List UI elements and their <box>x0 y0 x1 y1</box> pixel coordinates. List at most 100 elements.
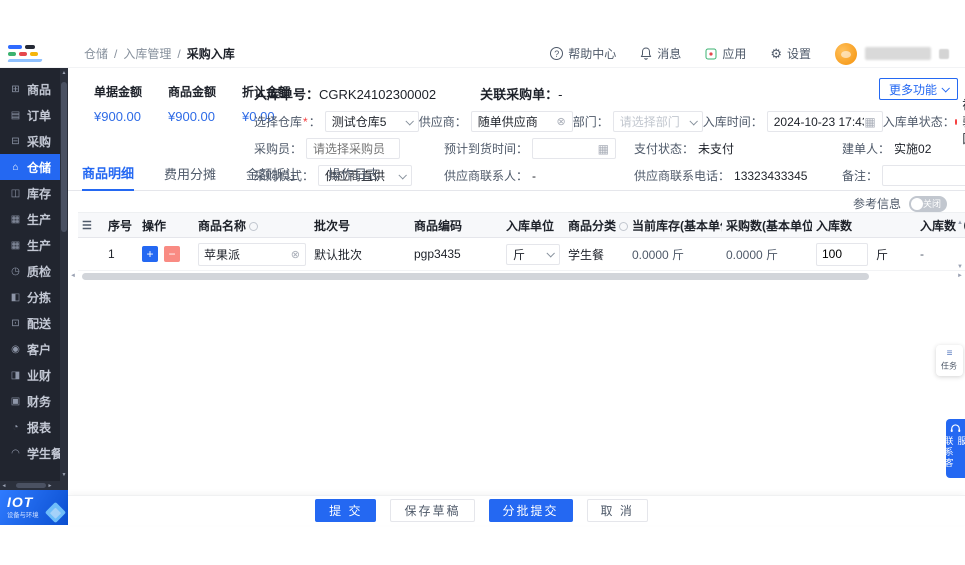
reference-info-toggle[interactable]: 关闭 <box>909 195 947 212</box>
inbound-status-label: 入库单状态： <box>882 115 955 129</box>
scrollbar-thumb[interactable] <box>16 483 46 488</box>
scroll-left-icon[interactable]: ◄ <box>70 273 76 279</box>
sidebar-item-purchase[interactable]: ⊟采购› <box>0 128 68 154</box>
scroll-right-icon[interactable]: ► <box>957 273 963 279</box>
department-select[interactable]: 请选择部门 <box>612 111 703 132</box>
scrollbar-thumb[interactable] <box>82 273 869 280</box>
tab-goods-detail[interactable]: 商品明细 <box>82 163 135 191</box>
submit-button[interactable]: 提 交 <box>315 499 377 522</box>
chevron-down-icon <box>405 116 414 126</box>
tab-cost-allocation[interactable]: 费用分摊 <box>164 164 216 190</box>
scroll-up-icon[interactable]: ▲ <box>60 70 68 76</box>
messages-button[interactable]: 消息 <box>640 45 681 62</box>
goods-table: ☰ 序号 操作 商品名称 批次号 商品编码 入库单位 商品分类 当前库存(基本单… <box>70 212 965 281</box>
help-icon: ? <box>550 47 564 60</box>
sidebar-item-business-finance[interactable]: ◨业财› <box>0 362 68 388</box>
sidebar-item-reports[interactable]: ◔报表› <box>0 414 68 440</box>
inbound-qty-input[interactable] <box>816 242 868 266</box>
sidebar-item-label: 财务 <box>27 394 52 409</box>
apps-button[interactable]: 应用 <box>705 45 746 62</box>
col-goods-category-label: 商品分类 <box>568 218 617 233</box>
sidebar-scrollbar-horizontal[interactable]: ◄ ► <box>0 481 60 490</box>
col-current-stock: 当前库存(基本单位) <box>628 212 722 238</box>
scroll-down-icon[interactable]: ▼ <box>60 472 68 478</box>
sidebar-item-customers[interactable]: ◉客户› <box>0 336 68 362</box>
buyer-select[interactable] <box>306 138 401 159</box>
inbound-order-no-value: CGRK24102300002 <box>319 87 437 102</box>
production-icon: ▦ <box>10 213 21 225</box>
sidebar-item-warehouse[interactable]: ⌂仓储› <box>0 154 68 180</box>
sidebar-item-student-meal[interactable]: ◠ 学生餐 <box>0 440 68 466</box>
chevron-down-icon <box>941 84 950 93</box>
goods-amount-label: 商品金额 <box>168 85 217 99</box>
sidebar-item-production-2[interactable]: ▦生产› <box>0 232 68 258</box>
row-inbound-unit: 斤 <box>502 237 564 271</box>
related-purchase-order: 关联采购单：- <box>480 84 562 103</box>
save-draft-button[interactable]: 保存草稿 <box>390 499 475 522</box>
sidebar-item-sorting[interactable]: ◧分拣› <box>0 284 68 310</box>
column-settings-icon[interactable]: ☰ <box>82 220 92 232</box>
scroll-left-icon[interactable]: ◄ <box>0 483 8 489</box>
unit-select[interactable]: 斤 <box>506 243 560 265</box>
eta-field: 预计到货时间： ▦ <box>444 138 634 159</box>
cancel-button[interactable]: 取 消 <box>586 499 648 522</box>
detail-tabs: 商品明细 费用分摊 金额折让 操作日志 <box>68 165 965 191</box>
breadcrumb-separator: / <box>114 46 118 61</box>
supplier-select[interactable]: 随单供应商 ⊗ <box>470 111 573 132</box>
scroll-right-icon[interactable]: ► <box>46 483 54 489</box>
breadcrumb-inbound-mgmt[interactable]: 入库管理 <box>123 45 171 62</box>
settings-button[interactable]: ⚙ 设置 <box>770 45 811 62</box>
headset-icon <box>950 424 961 433</box>
customer-service-button[interactable]: 联系客服 <box>943 419 965 478</box>
tab-amount-discount[interactable]: 金额折让 <box>246 164 298 190</box>
inbound-time-picker[interactable]: 2024-10-23 17:43 ▦ <box>766 111 883 132</box>
row-inbound-qty: 斤 <box>812 237 916 271</box>
buyer-input[interactable] <box>313 141 394 156</box>
purchase-icon: ⊟ <box>11 135 20 147</box>
delete-row-button[interactable]: − <box>164 246 180 262</box>
sidebar-item-label: 业财 <box>27 368 52 383</box>
task-float-button[interactable]: ≡ 任务 <box>936 345 963 376</box>
sidebar-item-orders[interactable]: ▤订单› <box>0 102 68 128</box>
scrollbar-thumb[interactable] <box>61 82 67 232</box>
logo-mark <box>8 52 16 56</box>
topbar-actions: ? 帮助中心 消息 应用 ⚙ 设置 <box>550 42 965 65</box>
breadcrumb-warehouse[interactable]: 仓储 <box>84 45 108 62</box>
sidebar-item-label: 仓储 <box>27 160 52 175</box>
col-inbound-qty: 入库数 <box>812 212 916 238</box>
app-logo <box>0 40 68 67</box>
business-finance-icon: ◨ <box>10 369 21 381</box>
clear-icon[interactable]: ⊗ <box>557 115 566 128</box>
sidebar-item-finance[interactable]: ▣财务› <box>0 388 68 414</box>
status-dot-icon <box>954 118 958 125</box>
department-label: 部门： <box>572 115 609 129</box>
warehouse-value: 测试仓库5 <box>331 115 387 129</box>
user-menu[interactable] <box>835 42 949 65</box>
bell-icon <box>640 47 652 60</box>
warehouse-select[interactable]: 测试仓库5 <box>324 111 419 132</box>
sidebar-item-quality[interactable]: ◷质检› <box>0 258 68 284</box>
customer-service-label: 联系客服 <box>943 436 965 470</box>
sidebar-item-label: 报表 <box>27 420 52 435</box>
goods-name-input[interactable] <box>204 247 287 261</box>
add-row-button[interactable]: + <box>142 246 158 262</box>
eta-label: 预计到货时间： <box>444 142 529 156</box>
sidebar-scrollbar-vertical[interactable] <box>60 68 68 490</box>
help-center-button[interactable]: ? 帮助中心 <box>550 45 616 62</box>
iot-banner[interactable]: IOT 设备与环境 <box>0 490 68 525</box>
scroll-up-icon[interactable]: ▲ <box>957 220 963 226</box>
clear-icon[interactable]: ⊗ <box>291 248 300 261</box>
buyer-label: 采购员： <box>254 142 303 156</box>
sidebar-item-goods[interactable]: ⊞商品› <box>0 76 68 102</box>
sidebar-item-label: 客户 <box>27 342 52 357</box>
scroll-down-icon[interactable]: ▼ <box>957 264 963 270</box>
warehouse-field: 选择仓库 *： 测试仓库5 <box>254 111 419 132</box>
sidebar-item-delivery[interactable]: ⊡配送› <box>0 310 68 336</box>
sidebar-item-production-1[interactable]: ▦生产› <box>0 206 68 232</box>
goods-amount: 商品金额 ¥900.00 <box>168 83 216 124</box>
batch-submit-button[interactable]: 分批提交 <box>488 499 573 522</box>
tab-operation-log[interactable]: 操作日志 <box>328 164 380 190</box>
eta-date-picker[interactable]: ▦ <box>532 138 617 159</box>
table-scrollbar-horizontal[interactable]: ◄ ► <box>70 272 963 281</box>
sidebar-item-inventory[interactable]: ◫库存› <box>0 180 68 206</box>
